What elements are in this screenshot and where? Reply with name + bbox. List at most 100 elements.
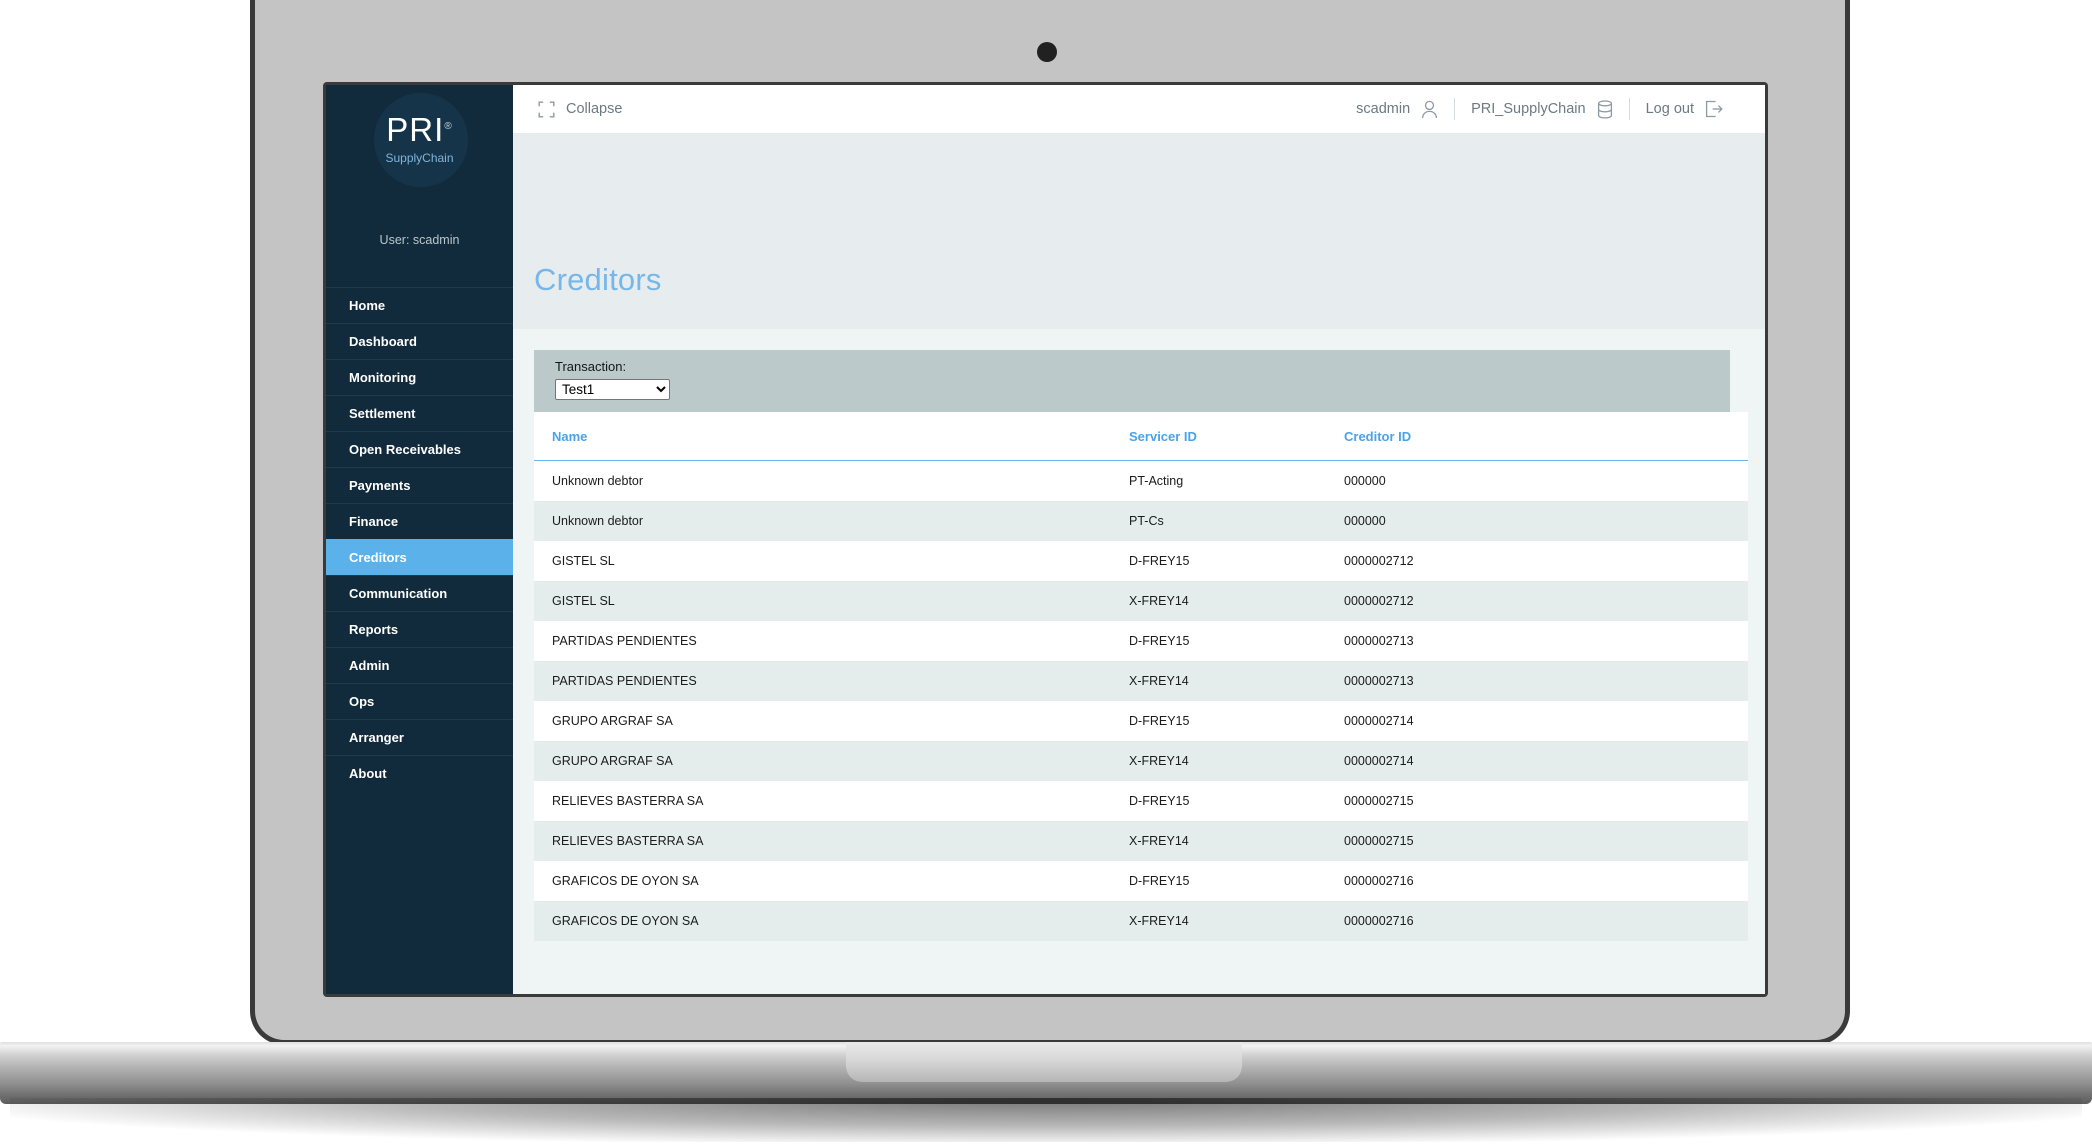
sidebar-item-label: Monitoring <box>349 370 417 385</box>
sidebar: PRI® SupplyChain User: scadmin Home Dashb… <box>326 85 513 994</box>
sidebar-user-label: User: scadmin <box>379 233 460 247</box>
cell-servicer_id: X-FREY14 <box>1129 741 1344 781</box>
brand-logo: PRI® <box>326 111 513 149</box>
laptop-mockup: PRI® SupplyChain User: scadmin Home Dashb… <box>0 0 2092 1145</box>
sidebar-item-creditors[interactable]: Creditors <box>326 539 513 575</box>
sidebar-item-label: Creditors <box>349 550 407 565</box>
cell-servicer_id: D-FREY15 <box>1129 781 1344 821</box>
registered-trademark-icon: ® <box>444 121 453 132</box>
sidebar-item-label: Open Receivables <box>349 442 461 457</box>
table-row[interactable]: PARTIDAS PENDIENTES X-FREY14 0000002713 <box>534 661 1748 701</box>
cell-name: GISTEL SL <box>534 581 1129 621</box>
cell-name: GRUPO ARGRAF SA <box>534 701 1129 741</box>
transaction-label: Transaction: <box>555 359 627 374</box>
database-selector-button[interactable]: PRI_SupplyChain <box>1455 99 1628 119</box>
table-header: Name Servicer ID Creditor ID <box>534 412 1748 461</box>
sidebar-item-label: Ops <box>349 694 375 709</box>
cell-name: GRUPO ARGRAF SA <box>534 741 1129 781</box>
sidebar-item-dashboard[interactable]: Dashboard <box>326 323 513 359</box>
sidebar-item-communication[interactable]: Communication <box>326 575 513 611</box>
table-body: Unknown debtor PT-Acting 000000 Unknown deb… <box>534 460 1748 941</box>
cell-creditor_id: 0000002712 <box>1344 581 1748 621</box>
table-header-row: Name Servicer ID Creditor ID <box>534 412 1748 461</box>
cell-name: GRAFICOS DE OYON SA <box>534 861 1129 901</box>
sidebar-item-monitoring[interactable]: Monitoring <box>326 359 513 395</box>
table-row[interactable]: RELIEVES BASTERRA SA X-FREY14 0000002715 <box>534 821 1748 861</box>
cell-servicer_id: PT-Acting <box>1129 460 1344 501</box>
cell-name: RELIEVES BASTERRA SA <box>534 821 1129 861</box>
sidebar-item-home[interactable]: Home <box>326 287 513 323</box>
person-icon <box>1421 100 1438 119</box>
creditors-table: Name Servicer ID Creditor ID Unknown deb… <box>534 412 1748 941</box>
sidebar-item-label: Arranger <box>349 730 404 745</box>
cell-name: Unknown debtor <box>534 501 1129 541</box>
table-row[interactable]: GISTEL SL D-FREY15 0000002712 <box>534 541 1748 581</box>
cell-servicer_id: X-FREY14 <box>1129 901 1344 941</box>
brand-block: PRI® SupplyChain User: scadmin <box>326 85 513 287</box>
sidebar-item-ops[interactable]: Ops <box>326 683 513 719</box>
collapse-button[interactable]: Collapse <box>538 101 622 118</box>
transaction-select[interactable]: Test1 <box>555 379 670 400</box>
sidebar-item-reports[interactable]: Reports <box>326 611 513 647</box>
sidebar-item-admin[interactable]: Admin <box>326 647 513 683</box>
sidebar-item-label: Home <box>349 298 386 313</box>
content-area: Transaction: Test1 Name Servicer ID Cred… <box>513 329 1765 994</box>
sidebar-item-about[interactable]: About <box>326 755 513 791</box>
table-row[interactable]: Unknown debtor PT-Acting 000000 <box>534 460 1748 501</box>
cell-creditor_id: 0000002714 <box>1344 741 1748 781</box>
cell-creditor_id: 0000002713 <box>1344 621 1748 661</box>
brand-logo-text: PRI <box>386 111 445 148</box>
database-icon <box>1597 99 1613 119</box>
cell-name: RELIEVES BASTERRA SA <box>534 781 1129 821</box>
cell-creditor_id: 0000002715 <box>1344 781 1748 821</box>
sidebar-nav-list: Home Dashboard Monitoring Settlement Open Re… <box>326 287 513 791</box>
cell-servicer_id: X-FREY14 <box>1129 581 1344 621</box>
sidebar-item-label: Dashboard <box>349 334 417 349</box>
cell-creditor_id: 000000 <box>1344 460 1748 501</box>
sidebar-item-settlement[interactable]: Settlement <box>326 395 513 431</box>
sidebar-item-arranger[interactable]: Arranger <box>326 719 513 755</box>
table-row[interactable]: Unknown debtor PT-Cs 000000 <box>534 501 1748 541</box>
collapse-corners-icon <box>538 101 555 118</box>
column-header-servicer-id[interactable]: Servicer ID <box>1129 412 1344 461</box>
table-row[interactable]: RELIEVES BASTERRA SA D-FREY15 0000002715 <box>534 781 1748 821</box>
table-row[interactable]: GRUPO ARGRAF SA D-FREY15 0000002714 <box>534 701 1748 741</box>
logout-label: Log out <box>1645 101 1694 117</box>
sidebar-item-label: Communication <box>349 586 448 601</box>
sidebar-item-payments[interactable]: Payments <box>326 467 513 503</box>
sidebar-item-label: Finance <box>349 514 399 529</box>
camera-dot-icon <box>1037 42 1057 62</box>
table-row[interactable]: GRAFICOS DE OYON SA X-FREY14 0000002716 <box>534 901 1748 941</box>
filter-bar: Transaction: Test1 <box>534 350 1730 412</box>
table-row[interactable]: GISTEL SL X-FREY14 0000002712 <box>534 581 1748 621</box>
laptop-base-notch <box>846 1042 1242 1082</box>
cell-servicer_id: D-FREY15 <box>1129 701 1344 741</box>
column-header-creditor-id[interactable]: Creditor ID <box>1344 412 1748 461</box>
collapse-label: Collapse <box>566 101 623 117</box>
cell-name: PARTIDAS PENDIENTES <box>534 661 1129 701</box>
cell-creditor_id: 000000 <box>1344 501 1748 541</box>
logout-button[interactable]: Log out <box>1630 100 1739 118</box>
user-menu-button[interactable]: scadmin <box>1340 100 1454 119</box>
table-row[interactable]: GRUPO ARGRAF SA X-FREY14 0000002714 <box>534 741 1748 781</box>
cell-name: GRAFICOS DE OYON SA <box>534 901 1129 941</box>
table-row[interactable]: GRAFICOS DE OYON SA D-FREY15 0000002716 <box>534 861 1748 901</box>
page-title: Creditors <box>534 261 662 297</box>
cell-servicer_id: D-FREY15 <box>1129 541 1344 581</box>
database-name-label: PRI_SupplyChain <box>1471 101 1586 117</box>
cell-servicer_id: D-FREY15 <box>1129 861 1344 901</box>
top-bar: Collapse scadmin PRI_SupplyChain Log out <box>513 85 1765 133</box>
top-bar-right-controls: scadmin PRI_SupplyChain Log out <box>1340 98 1739 120</box>
creditors-table-wrapper: Name Servicer ID Creditor ID Unknown deb… <box>534 412 1748 941</box>
cell-name: GISTEL SL <box>534 541 1129 581</box>
cell-servicer_id: PT-Cs <box>1129 501 1344 541</box>
cell-servicer_id: D-FREY15 <box>1129 621 1344 661</box>
cell-creditor_id: 0000002712 <box>1344 541 1748 581</box>
sidebar-item-label: About <box>349 766 387 781</box>
app-screen: PRI® SupplyChain User: scadmin Home Dashb… <box>326 85 1765 994</box>
table-row[interactable]: PARTIDAS PENDIENTES D-FREY15 0000002713 <box>534 621 1748 661</box>
column-header-name[interactable]: Name <box>534 412 1129 461</box>
sidebar-item-finance[interactable]: Finance <box>326 503 513 539</box>
laptop-shadow <box>10 1098 2082 1142</box>
sidebar-item-open-receivables[interactable]: Open Receivables <box>326 431 513 467</box>
